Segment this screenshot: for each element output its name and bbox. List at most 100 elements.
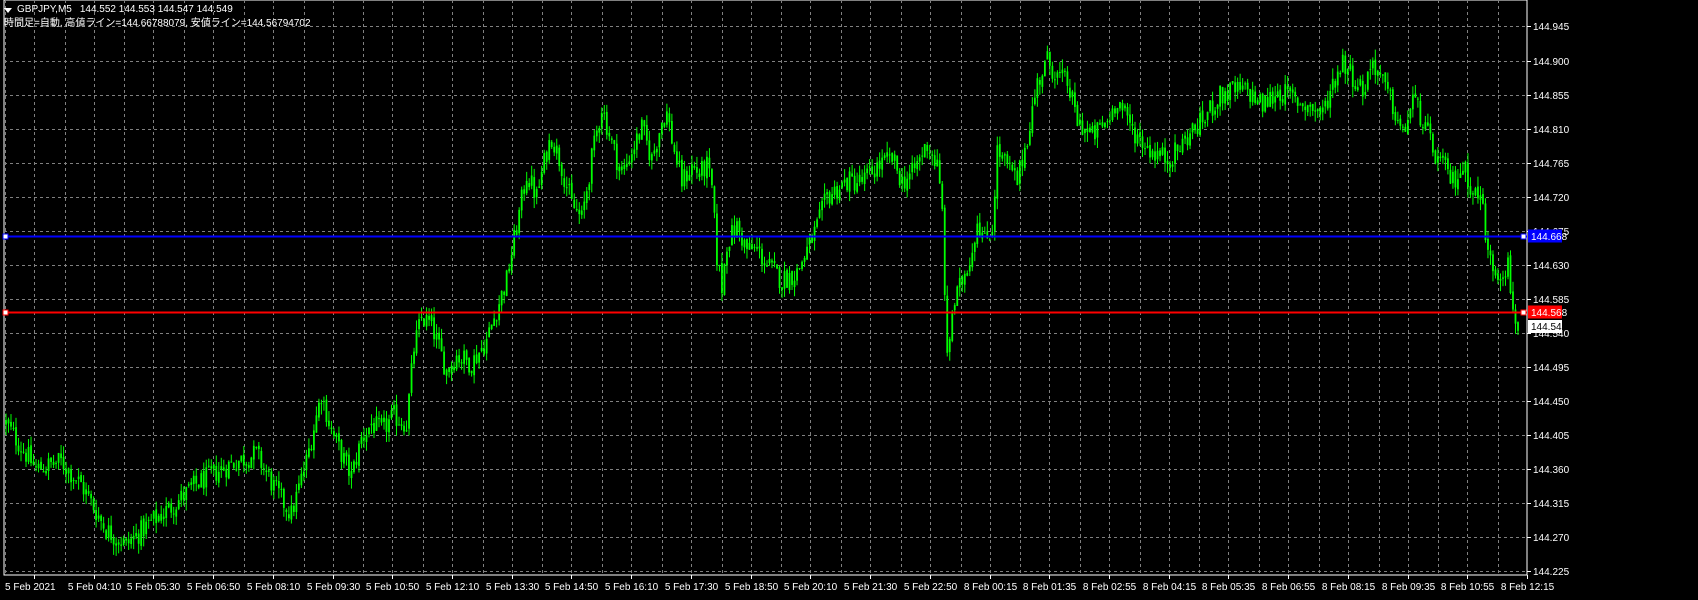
candle (565, 176, 568, 197)
candle-body (330, 427, 333, 429)
candle-body (966, 273, 969, 276)
candle-body (583, 201, 586, 211)
candle-body (267, 470, 270, 472)
candle-body (796, 268, 798, 281)
candle-body (640, 119, 643, 140)
candle-body (30, 445, 32, 463)
candle-body (993, 196, 996, 232)
candle (948, 336, 951, 361)
candle-body (142, 518, 145, 537)
candle-body (1013, 168, 1016, 171)
low-line-handle-left[interactable] (2, 309, 9, 316)
candle (998, 136, 1001, 167)
candle (380, 414, 383, 426)
candle-body (843, 179, 846, 183)
candle (40, 457, 42, 470)
candle-body (375, 416, 378, 431)
candle (270, 468, 273, 496)
x-tick-label: 8 Feb 12:15 (1501, 582, 1555, 593)
candle (453, 361, 455, 373)
x-tick-label: 8 Feb 01:35 (1023, 582, 1077, 593)
candle-body (545, 151, 548, 162)
candle (1066, 66, 1069, 94)
price-axis[interactable]: 144.945 144.900 144.855 144.810 144.765 144.7… (1527, 22, 1570, 578)
candle (851, 164, 854, 178)
candle-body (1489, 250, 1492, 256)
candle (1058, 62, 1061, 78)
candle (718, 264, 721, 272)
candle-body (736, 221, 738, 238)
candle-body (1111, 108, 1114, 121)
candle (758, 237, 761, 259)
candle (911, 155, 914, 180)
candle (1442, 148, 1444, 165)
candle (1502, 270, 1504, 287)
candle-body (112, 538, 115, 545)
candle-body (170, 503, 173, 513)
candle (605, 104, 608, 140)
candle (463, 344, 466, 374)
candle (613, 139, 616, 151)
candle (1209, 99, 1211, 114)
candle-body (72, 480, 75, 482)
candle-body (1071, 91, 1074, 98)
chart-header: GBPJPY,M5 144.552 144.553 144.547 144.54… (4, 3, 311, 31)
candle (1146, 137, 1149, 149)
candle-body (162, 516, 165, 520)
candle-body (140, 520, 143, 546)
candle-body (1311, 103, 1314, 111)
candle-body (1234, 82, 1237, 93)
candle (828, 190, 831, 209)
high-line-handle-right[interactable] (1520, 233, 1527, 240)
candle (355, 452, 358, 469)
candle-body (848, 171, 851, 192)
high-line-handle-left[interactable] (2, 233, 9, 240)
candle-body (936, 159, 939, 167)
candle-body (748, 242, 751, 250)
candle-body (1256, 100, 1259, 105)
price-chart[interactable]: 144.945 144.900 144.855 144.810 144.765 144.7… (0, 0, 1698, 595)
candle-body (883, 155, 886, 158)
candle-body (1509, 255, 1512, 294)
candle-body (898, 170, 901, 186)
candle-body (310, 448, 313, 451)
candle-body (706, 156, 708, 179)
candle-body (1349, 63, 1352, 70)
candle-body (62, 456, 65, 470)
candle-body (1484, 203, 1487, 241)
candle-body (102, 523, 105, 529)
candle-body (871, 166, 874, 175)
candle-body (323, 400, 325, 402)
candle-body (1477, 186, 1479, 199)
candle (150, 513, 153, 521)
candle (683, 160, 686, 191)
candle-body (1139, 132, 1141, 138)
candle-body (230, 461, 233, 463)
candle (385, 410, 388, 443)
candle-body (1424, 122, 1427, 130)
low-line-handle-right[interactable] (1520, 309, 1527, 316)
candle-body (70, 469, 72, 483)
candle-body (595, 130, 598, 137)
candle-body (1041, 75, 1044, 87)
candle (1219, 85, 1222, 116)
candle (923, 143, 926, 158)
time-axis[interactable]: 5 Feb 2021 5 Feb 04:10 5 Feb 05:30 5 Feb 06… (5, 575, 1555, 593)
candle-body (423, 318, 425, 326)
candle (1361, 74, 1364, 106)
candle (325, 394, 328, 427)
candle-body (1381, 74, 1384, 76)
candle (698, 168, 701, 182)
candle (373, 418, 375, 439)
candle-body (1457, 179, 1459, 190)
candle (1359, 75, 1362, 87)
candle-body (886, 152, 889, 157)
candle-body (928, 152, 931, 154)
candle-body (901, 176, 904, 184)
candle (746, 238, 748, 259)
dropdown-triangle-icon[interactable] (4, 7, 12, 13)
chart-canvas[interactable]: 144.945 144.900 144.855 144.810 144.765 144.7… (0, 0, 1698, 595)
candle-body (365, 435, 368, 442)
y-tick-label: 144.855 (1533, 91, 1570, 102)
candle (1189, 128, 1191, 150)
